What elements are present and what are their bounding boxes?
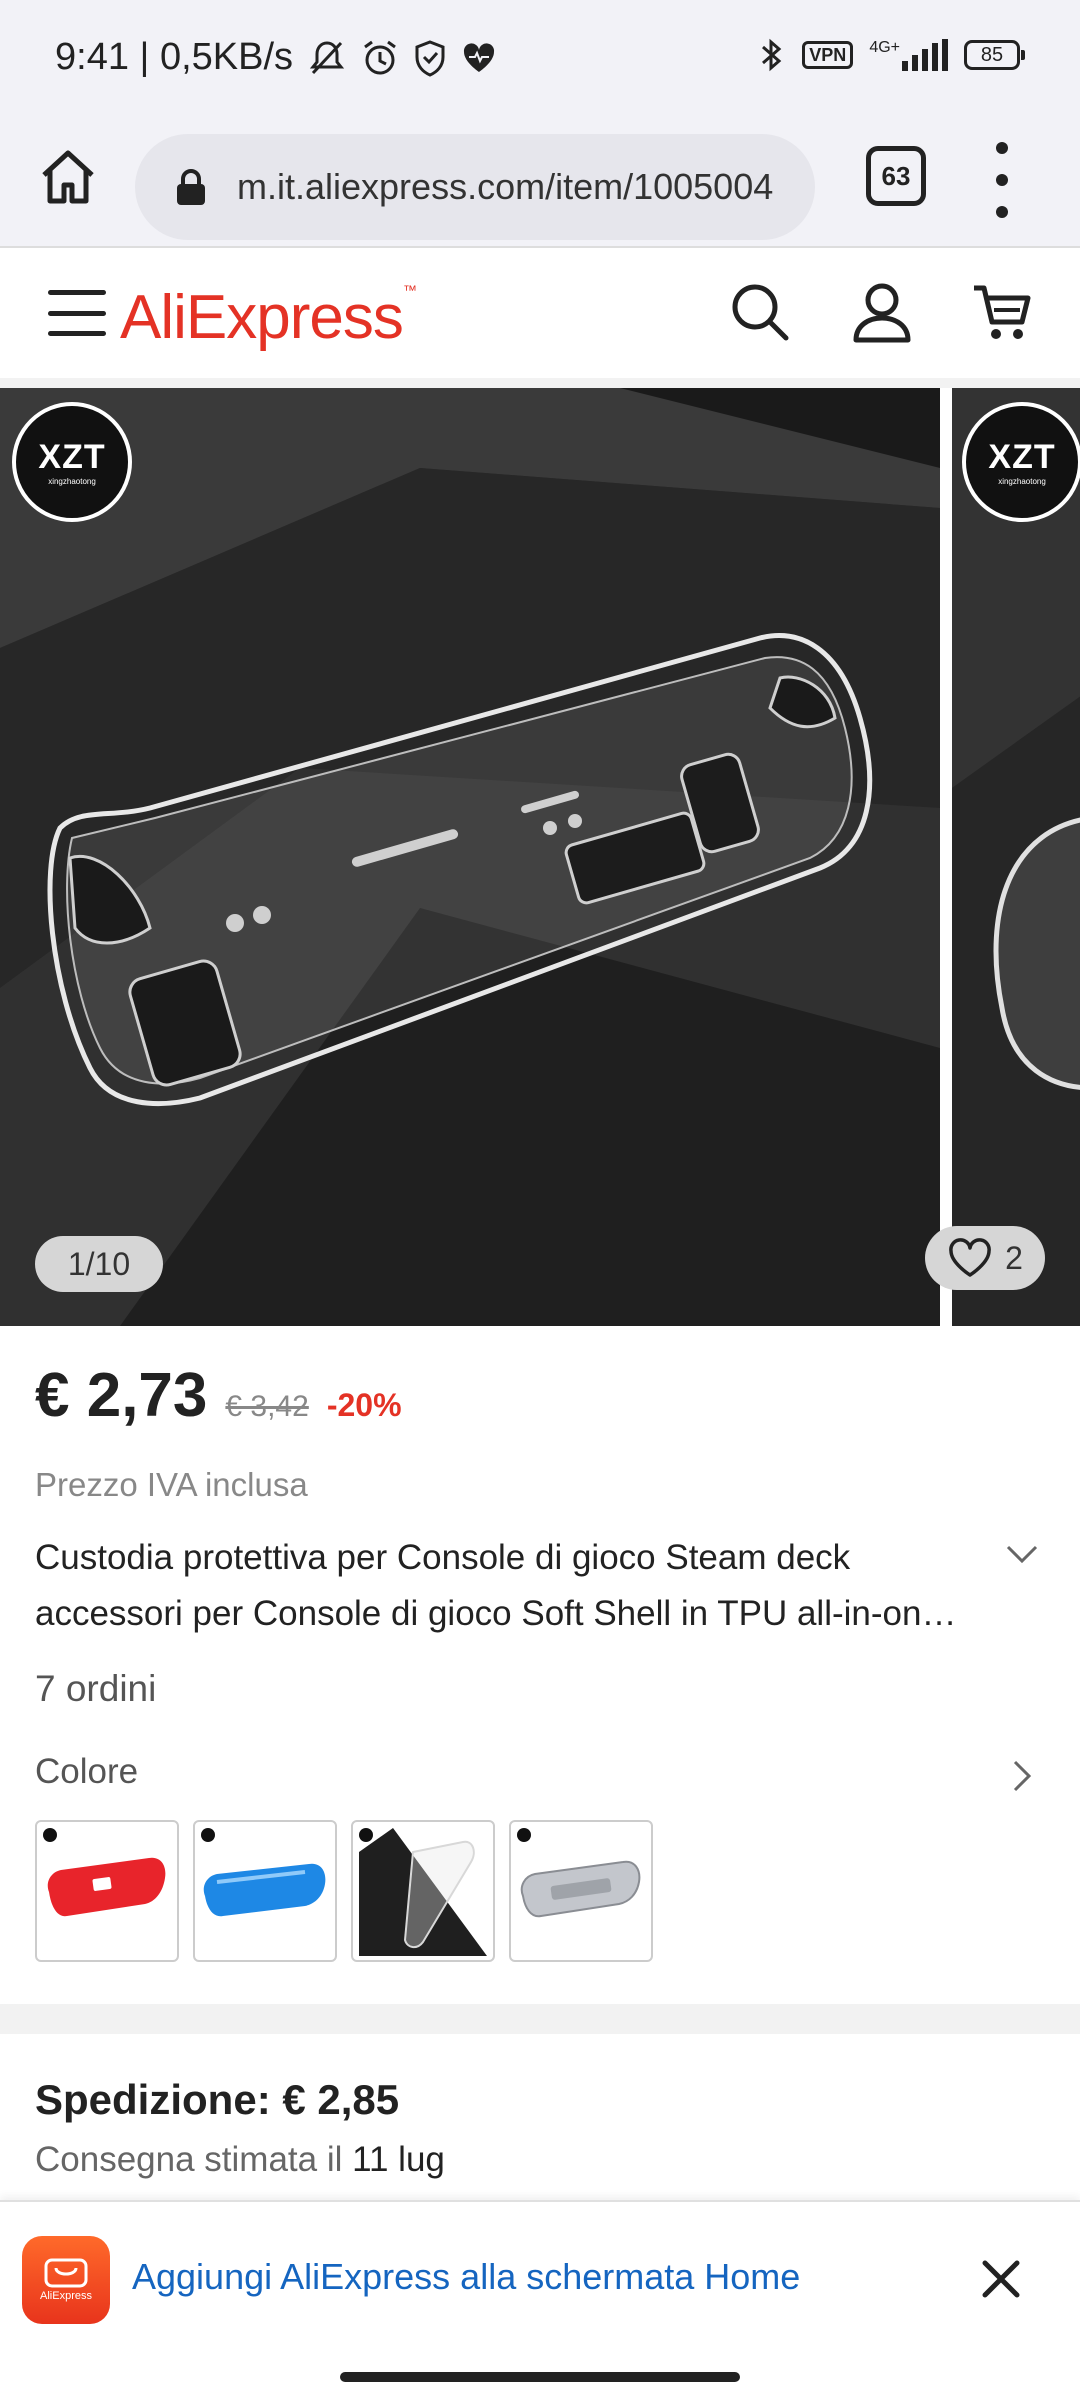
chevron-down-icon[interactable] (1004, 1536, 1040, 1572)
menu-dot (996, 206, 1008, 218)
signal-icon: 4G+ (869, 39, 948, 71)
orders-count: 7 ordini (35, 1668, 157, 1709)
case-clear-image (359, 1828, 487, 1956)
logo-tm: ™ (402, 282, 417, 298)
system-nav-bar (0, 2356, 1080, 2400)
wishlist-count: 2 (1005, 1239, 1023, 1276)
original-price: € 3,42 (225, 1390, 309, 1423)
product-gallery[interactable]: XZT xingzhaotong 1/10 XZT xingzhaotong 2 (0, 388, 1080, 1326)
next-image-preview (952, 388, 1080, 1326)
account-icon[interactable] (850, 280, 914, 344)
add-to-home-link[interactable]: Aggiungi AliExpress alla schermata Home (132, 2256, 800, 2298)
status-left: 9:41 | 0,5KB/s (55, 36, 497, 79)
cart-icon[interactable] (970, 280, 1034, 344)
brand-badge: XZT xingzhaotong (12, 402, 132, 522)
brand-badge-text: XZT (988, 438, 1056, 476)
status-right: VPN 4G+ 85 (756, 36, 1025, 74)
vat-note: Prezzo IVA inclusa (35, 1466, 308, 1503)
header-divider (0, 378, 1080, 388)
hamburger-menu-icon[interactable] (48, 290, 106, 336)
home-button[interactable] (36, 145, 100, 209)
address-bar[interactable]: m.it.aliexpress.com/item/1005004 (135, 134, 815, 240)
vpn-badge: VPN (802, 41, 854, 69)
battery-icon: 85 (964, 40, 1025, 70)
swatch-blue[interactable] (193, 1820, 337, 1962)
swatch-clear[interactable] (351, 1820, 495, 1962)
gallery-slide-2[interactable]: XZT xingzhaotong (952, 388, 1080, 1326)
color-label[interactable]: Colore (35, 1752, 138, 1792)
lock-icon (177, 169, 205, 205)
chevron-right-icon[interactable] (1004, 1758, 1040, 1794)
brand-badge: XZT xingzhaotong (962, 402, 1080, 522)
close-icon[interactable] (980, 2258, 1022, 2300)
home-icon (42, 150, 94, 204)
app-icon-label: AliExpress (40, 2290, 92, 2302)
menu-dot (996, 174, 1008, 186)
shopping-bag-icon (44, 2258, 88, 2288)
alarm-clock-icon (361, 39, 399, 77)
gesture-handle[interactable] (340, 2372, 740, 2382)
brand-badge-subtext: xingzhaotong (48, 477, 96, 486)
heart-icon (949, 1238, 991, 1277)
product-title[interactable]: Custodia protettiva per Console di gioco… (35, 1530, 975, 1642)
current-price: € 2,73 (35, 1361, 208, 1430)
logo-text: AliExpress (120, 283, 404, 352)
url-text: m.it.aliexpress.com/item/1005004 (237, 166, 774, 207)
bluetooth-icon (756, 36, 786, 74)
mute-alarm-icon (307, 39, 347, 77)
gallery-slide-1[interactable]: XZT xingzhaotong 1/10 (0, 388, 940, 1326)
shield-icon (413, 39, 447, 77)
discount-badge: -20% (326, 1387, 402, 1423)
shipping-estimate: Consegna stimata il 11 lug (35, 2140, 445, 2180)
heart-pulse-icon (461, 41, 497, 75)
status-time-speed: 9:41 | 0,5KB/s (55, 36, 294, 78)
price-row: € 2,73 € 3,42 -20% (35, 1360, 402, 1431)
color-swatches (35, 1820, 653, 1962)
image-counter: 1/10 (35, 1236, 163, 1292)
section-divider (0, 2004, 1080, 2034)
aliexpress-app-icon: AliExpress (22, 2236, 110, 2324)
product-image (0, 388, 940, 1326)
shipping-estimate-date: 11 lug (352, 2140, 445, 2179)
aliexpress-logo[interactable]: AliExpress™ (120, 282, 417, 353)
network-type: 4G+ (869, 39, 900, 56)
browser-menu-button[interactable] (990, 142, 1014, 218)
add-to-home-banner[interactable]: AliExpress Aggiungi AliExpress alla sche… (0, 2200, 1080, 2356)
shipping-estimate-prefix: Consegna stimata il (35, 2140, 343, 2179)
search-icon[interactable] (728, 280, 792, 344)
browser-toolbar: m.it.aliexpress.com/item/1005004 63 (0, 120, 1080, 248)
status-bar: 9:41 | 0,5KB/s VPN 4G+ 85 (0, 0, 1080, 120)
menu-dot (996, 142, 1008, 154)
case-gray-image (520, 1860, 641, 1918)
shipping-title[interactable]: Spedizione: € 2,85 (35, 2076, 399, 2124)
site-header: AliExpress™ (0, 248, 1080, 378)
case-red-image (47, 1857, 166, 1917)
wishlist-button[interactable]: 2 (925, 1226, 1045, 1290)
case-blue-image (203, 1863, 326, 1917)
swatch-gray[interactable] (509, 1820, 653, 1962)
swatch-red[interactable] (35, 1820, 179, 1962)
tab-switcher-button[interactable]: 63 (866, 146, 926, 206)
brand-badge-text: XZT (38, 438, 106, 476)
brand-badge-subtext: xingzhaotong (998, 477, 1046, 486)
